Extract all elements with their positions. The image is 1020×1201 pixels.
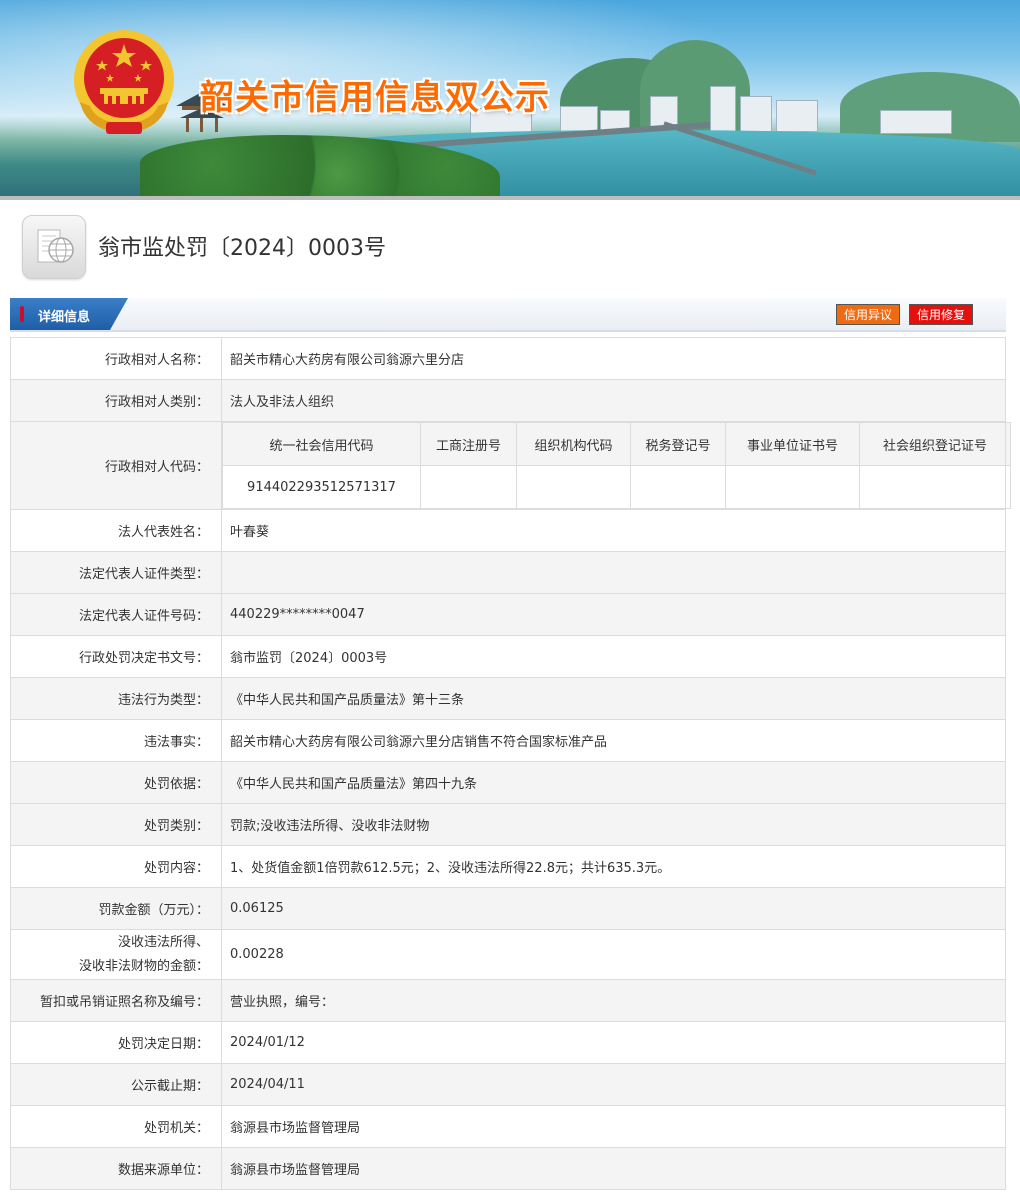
code-header: 事业单位证书号 — [725, 422, 860, 466]
credit-repair-button[interactable]: 信用修复 — [909, 304, 974, 325]
table-row: 暂扣或吊销证照名称及编号： 营业执照，编号： — [10, 979, 1006, 1022]
row-value: 叶春葵 — [221, 509, 1006, 552]
row-label: 行政相对人类别： — [10, 379, 222, 422]
row-label: 处罚机关： — [10, 1105, 222, 1148]
table-row: 处罚决定日期： 2024/01/12 — [10, 1021, 1006, 1064]
row-value: 韶关市精心大药房有限公司翁源六里分店 — [221, 337, 1006, 380]
row-label: 没收违法所得、 没收非法财物的金额： — [10, 929, 222, 980]
row-value: 翁市监罚〔2024〕0003号 — [221, 635, 1006, 678]
row-value: 法人及非法人组织 — [221, 379, 1006, 422]
site-banner: 韶关市信用信息双公示 — [0, 0, 1020, 200]
row-label: 处罚内容： — [10, 845, 222, 888]
detail-table: 行政相对人名称： 韶关市精心大药房有限公司翁源六里分店 行政相对人类别： 法人及… — [10, 337, 1011, 1190]
row-label: 行政相对人代码： — [10, 421, 222, 510]
row-label-line2: 没收非法财物的金额： — [78, 958, 209, 974]
row-label: 违法行为类型： — [10, 677, 222, 720]
document-globe-icon — [22, 215, 86, 279]
table-row: 罚款金额（万元）： 0.06125 — [10, 887, 1006, 930]
row-value: 《中华人民共和国产品质量法》第十三条 — [221, 677, 1006, 720]
code-value: 914402293512571317 — [222, 465, 421, 509]
table-row: 行政相对人名称： 韶关市精心大药房有限公司翁源六里分店 — [10, 337, 1006, 380]
table-row: 没收违法所得、 没收非法财物的金额： 0.00228 — [10, 929, 1006, 980]
row-value: 1、处货值金额1倍罚款612.5元；2、没收违法所得22.8元；共计635.3元… — [221, 845, 1006, 888]
section-tab-detail[interactable]: 详细信息 — [38, 306, 90, 325]
row-label: 法人代表姓名： — [10, 509, 222, 552]
code-value — [630, 465, 726, 509]
table-row: 违法事实： 韶关市精心大药房有限公司翁源六里分店销售不符合国家标准产品 — [10, 719, 1006, 762]
table-row: 处罚类别： 罚款;没收违法所得、没收非法财物 — [10, 803, 1006, 846]
banner-building — [776, 100, 818, 132]
banner-building — [710, 86, 736, 132]
row-value: 2024/01/12 — [221, 1021, 1006, 1064]
row-label: 行政处罚决定书文号： — [10, 635, 222, 678]
credit-objection-button[interactable]: 信用异议 — [836, 304, 901, 325]
code-value — [725, 465, 860, 509]
code-header: 社会组织登记证号 — [859, 422, 1011, 466]
page-title: 翁市监处罚〔2024〕0003号 — [98, 236, 386, 261]
code-cell: 统一社会信用代码 工商注册号 组织机构代码 税务登记号 事业单位证书号 社会组织… — [221, 421, 1011, 510]
code-header: 工商注册号 — [420, 422, 517, 466]
row-value: 440229********0047 — [221, 593, 1006, 636]
table-row: 数据来源单位： 翁源县市场监督管理局 — [10, 1147, 1006, 1190]
table-row: 行政相对人类别： 法人及非法人组织 — [10, 379, 1006, 422]
code-header: 统一社会信用代码 — [222, 422, 421, 466]
row-label: 法定代表人证件号码： — [10, 593, 222, 636]
table-row: 违法行为类型： 《中华人民共和国产品质量法》第十三条 — [10, 677, 1006, 720]
row-value: 《中华人民共和国产品质量法》第四十九条 — [221, 761, 1006, 804]
row-label: 法定代表人证件类型： — [10, 551, 222, 594]
row-label: 违法事实： — [10, 719, 222, 762]
table-row: 法定代表人证件号码： 440229********0047 — [10, 593, 1006, 636]
row-value: 翁源县市场监督管理局 — [221, 1147, 1006, 1190]
row-label: 行政相对人名称： — [10, 337, 222, 380]
section-tab-marker — [20, 306, 24, 322]
table-row: 处罚机关： 翁源县市场监督管理局 — [10, 1105, 1006, 1148]
detail-section-bar: 详细信息 信用异议 信用修复 — [10, 298, 1006, 332]
code-value — [420, 465, 517, 509]
code-value — [859, 465, 1011, 509]
code-value — [516, 465, 631, 509]
row-value: 0.00228 — [221, 929, 1006, 980]
row-value: 营业执照，编号： — [221, 979, 1006, 1022]
row-label: 暂扣或吊销证照名称及编号： — [10, 979, 222, 1022]
table-row: 处罚内容： 1、处货值金额1倍罚款612.5元；2、没收违法所得22.8元；共计… — [10, 845, 1006, 888]
row-value: 0.06125 — [221, 887, 1006, 930]
national-emblem-icon — [74, 30, 174, 134]
table-row: 行政相对人代码： 统一社会信用代码 工商注册号 组织机构代码 税务登记号 事业单… — [10, 421, 1011, 510]
row-label: 罚款金额（万元）： — [10, 887, 222, 930]
row-value: 罚款;没收违法所得、没收非法财物 — [221, 803, 1006, 846]
row-label: 处罚依据： — [10, 761, 222, 804]
table-row: 公示截止期： 2024/04/11 — [10, 1063, 1006, 1106]
table-row: 法定代表人证件类型： — [10, 551, 1006, 594]
banner-title: 韶关市信用信息双公示 — [200, 78, 550, 118]
row-value: 翁源县市场监督管理局 — [221, 1105, 1006, 1148]
code-table: 统一社会信用代码 工商注册号 组织机构代码 税务登记号 事业单位证书号 社会组织… — [222, 422, 1011, 509]
table-row: 处罚依据： 《中华人民共和国产品质量法》第四十九条 — [10, 761, 1006, 804]
row-label: 公示截止期： — [10, 1063, 222, 1106]
row-label: 数据来源单位： — [10, 1147, 222, 1190]
row-label: 处罚类别： — [10, 803, 222, 846]
row-value — [221, 551, 1006, 594]
page-header: 翁市监处罚〔2024〕0003号 — [0, 200, 1020, 296]
banner-building — [880, 110, 952, 134]
code-header: 组织机构代码 — [516, 422, 631, 466]
row-value: 韶关市精心大药房有限公司翁源六里分店销售不符合国家标准产品 — [221, 719, 1006, 762]
banner-building — [740, 96, 772, 132]
row-label: 处罚决定日期： — [10, 1021, 222, 1064]
row-value: 2024/04/11 — [221, 1063, 1006, 1106]
row-label-line1: 没收违法所得、 — [117, 934, 209, 950]
code-header: 税务登记号 — [630, 422, 726, 466]
table-row: 行政处罚决定书文号： 翁市监罚〔2024〕0003号 — [10, 635, 1006, 678]
table-row: 法人代表姓名： 叶春葵 — [10, 509, 1006, 552]
